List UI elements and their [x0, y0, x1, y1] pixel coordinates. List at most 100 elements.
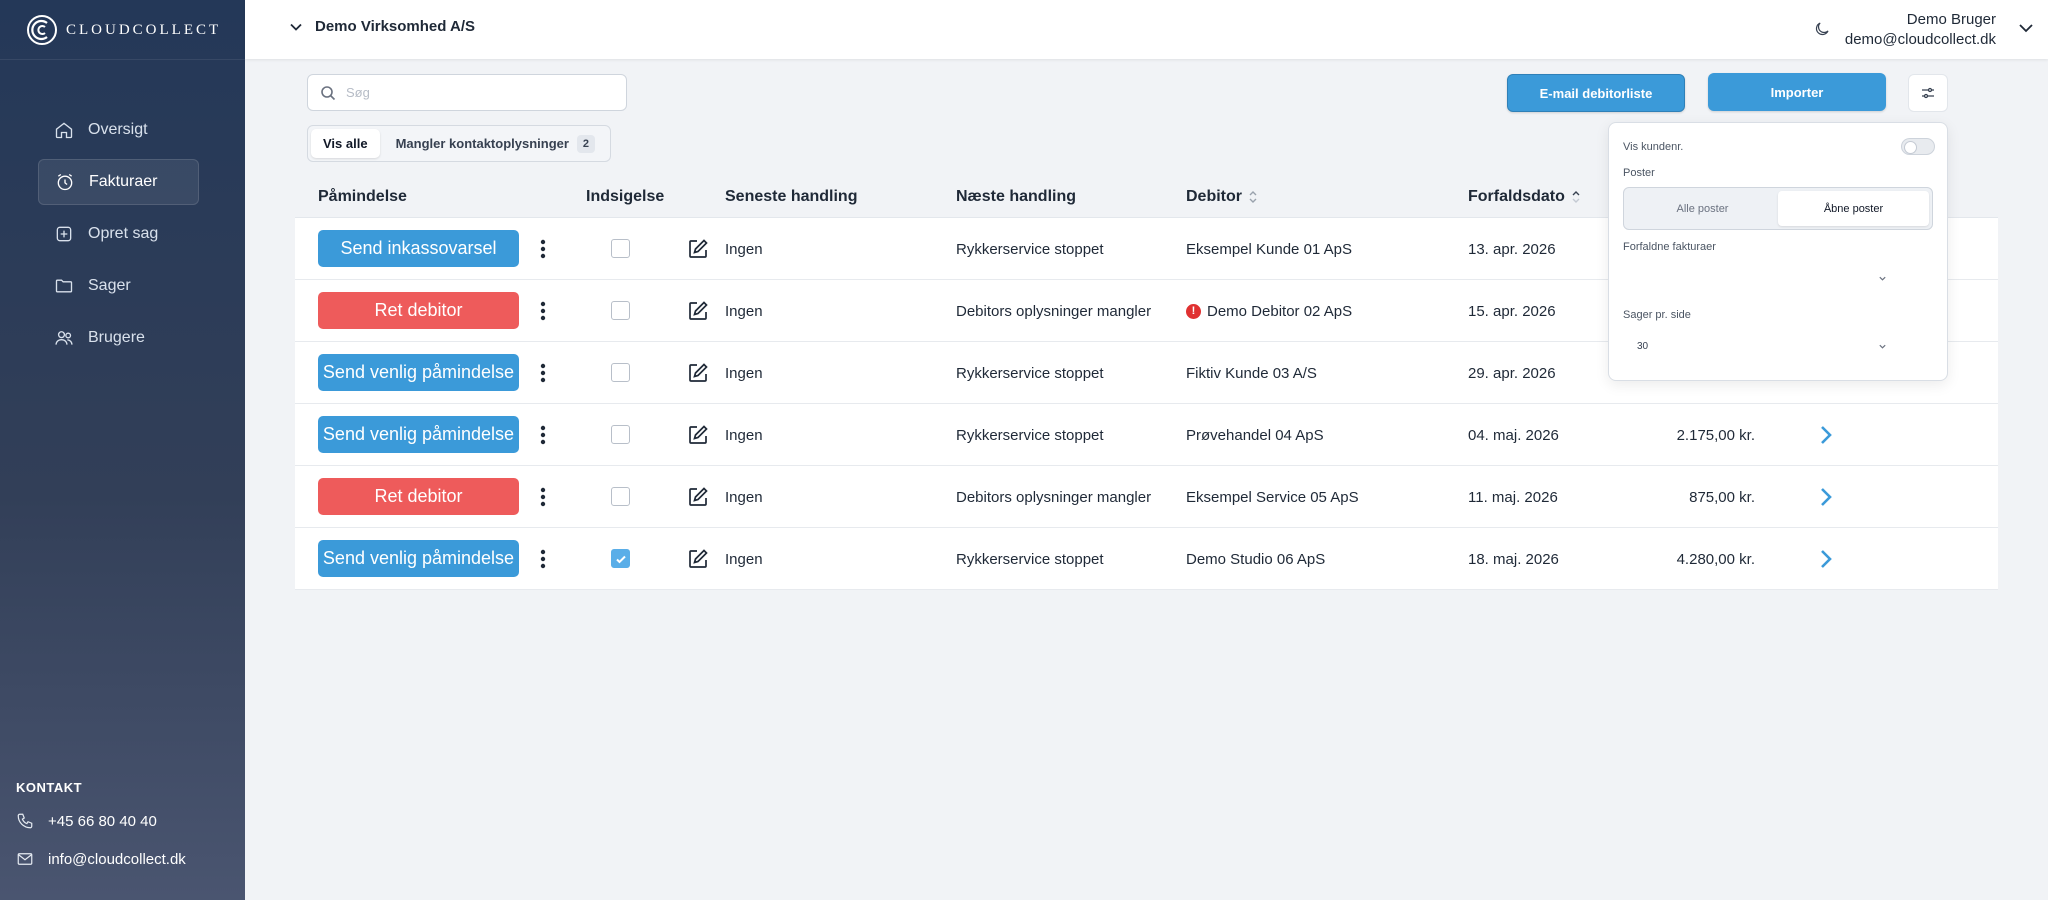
- debtor-cell[interactable]: Demo Studio 06 ApS: [1186, 528, 1325, 590]
- contact-email[interactable]: info@cloudcollect.dk: [16, 847, 236, 871]
- last-action-cell: Ingen: [725, 488, 763, 506]
- filter-settings-button[interactable]: [1908, 74, 1948, 112]
- entries-segment: Alle poster Åbne poster: [1623, 187, 1933, 230]
- users-icon: [55, 331, 73, 345]
- edit-icon[interactable]: [687, 300, 709, 322]
- next-action-cell: Rykkerservice stoppet: [956, 550, 1104, 568]
- debtor-cell[interactable]: Eksempel Service 05 ApS: [1186, 466, 1359, 528]
- notice-checkbox[interactable]: [611, 549, 630, 568]
- edit-icon[interactable]: [687, 362, 709, 384]
- sidebar-item-opret-sag[interactable]: Opret sag: [38, 211, 199, 257]
- debtor-cell[interactable]: ! Demo Debitor 02 ApS: [1186, 280, 1352, 342]
- notice-checkbox[interactable]: [611, 239, 630, 258]
- last-action-cell: Ingen: [725, 426, 763, 444]
- user-email: demo@cloudcollect.dk: [1844, 31, 1996, 48]
- chevron-down-icon: [1879, 276, 1886, 281]
- edit-icon[interactable]: [687, 548, 709, 570]
- due-date-cell: 18. maj. 2026: [1468, 550, 1559, 568]
- sidebar-item-label: Opret sag: [88, 225, 159, 242]
- notice-checkbox[interactable]: [611, 363, 630, 382]
- edit-icon[interactable]: [687, 424, 709, 446]
- chevron-down-icon[interactable]: [2018, 20, 2034, 36]
- sidebar-item-label: Sager: [88, 277, 131, 294]
- edit-icon[interactable]: [687, 238, 709, 260]
- moon-icon[interactable]: [1813, 20, 1831, 38]
- sidebar-item-sager[interactable]: Sager: [38, 263, 199, 309]
- row-action-button[interactable]: Send venlig påmindelse: [318, 354, 519, 391]
- user-menu[interactable]: Demo Bruger demo@cloudcollect.dk: [1845, 10, 1996, 50]
- warning-icon: !: [1186, 303, 1201, 319]
- overdue-label: Forfaldne fakturaer: [1623, 241, 1716, 253]
- contact-title: KONTAKT: [16, 780, 83, 795]
- more-options-icon[interactable]: [535, 547, 551, 571]
- debtor-name: Eksempel Kunde 01 ApS: [1186, 240, 1352, 258]
- table-row: Ret debitor Ingen Debitors oplysninger man…: [295, 466, 1998, 528]
- row-action-button[interactable]: Ret debitor: [318, 478, 519, 515]
- chevron-right-icon[interactable]: [1817, 486, 1835, 508]
- user-name: Demo Bruger: [1906, 11, 1996, 28]
- notice-checkbox[interactable]: [611, 425, 630, 444]
- search-input[interactable]: [346, 85, 606, 100]
- logo[interactable]: CLOUDCOLLECT: [26, 13, 221, 47]
- sidebar-item-label: Brugere: [88, 329, 145, 346]
- chevron-right-icon[interactable]: [1817, 424, 1835, 446]
- debtor-name: Prøvehandel 04 ApS: [1186, 426, 1324, 444]
- next-action-cell: Debitors oplysninger mangler: [956, 488, 1152, 506]
- due-date-cell: 11. maj. 2026: [1468, 488, 1558, 506]
- more-options-icon[interactable]: [535, 299, 551, 323]
- email-debtor-list-button[interactable]: E-mail debitorliste: [1507, 74, 1685, 112]
- count-badge: 2: [576, 134, 595, 153]
- col-label: Seneste handling: [725, 188, 858, 205]
- search-box: [307, 74, 627, 111]
- chevron-down-icon: [290, 23, 302, 31]
- debtor-cell[interactable]: Fiktiv Kunde 03 A/S: [1186, 342, 1317, 404]
- import-button[interactable]: Importer: [1708, 73, 1886, 111]
- col-debtor[interactable]: Debitor: [1186, 188, 1258, 206]
- notice-checkbox[interactable]: [611, 301, 630, 320]
- last-action-cell: Ingen: [725, 364, 763, 382]
- more-options-icon[interactable]: [535, 423, 551, 447]
- more-options-icon[interactable]: [535, 361, 551, 385]
- option-open-entries[interactable]: Åbne poster: [1778, 191, 1929, 226]
- more-options-icon[interactable]: [535, 485, 551, 509]
- settings-popover: Vis kundenr. Poster Alle poster Åbne pos…: [1608, 122, 1948, 381]
- show-customer-no-label: Vis kundenr.: [1623, 141, 1684, 153]
- tab-show-all[interactable]: Vis alle: [311, 129, 380, 158]
- next-action-cell: Debitors oplysninger mangler: [956, 302, 1152, 320]
- contact-phone-text: +45 66 80 40 40: [48, 812, 157, 830]
- company-selector[interactable]: Demo Virksomhed A/S: [289, 18, 475, 35]
- last-action-cell: Ingen: [725, 550, 763, 568]
- amount-cell: 875,00 kr.: [1689, 488, 1755, 506]
- debtor-cell[interactable]: Prøvehandel 04 ApS: [1186, 404, 1324, 466]
- notice-checkbox[interactable]: [611, 487, 630, 506]
- contact-phone[interactable]: +45 66 80 40 40: [16, 809, 236, 833]
- row-action-button[interactable]: Send venlig påmindelse: [318, 540, 519, 577]
- sidebar-item-oversigt[interactable]: Oversigt: [38, 107, 199, 153]
- contact-email-text: info@cloudcollect.dk: [48, 850, 186, 868]
- edit-icon[interactable]: [687, 486, 709, 508]
- col-reminder: Påmindelse: [318, 188, 407, 206]
- col-label: Indsigelse: [586, 188, 665, 205]
- sidebar-item-fakturaer[interactable]: Fakturaer: [38, 159, 199, 205]
- divider: [0, 59, 245, 60]
- col-due-date[interactable]: Forfaldsdato: [1468, 188, 1581, 206]
- per-page-select[interactable]: 30: [1623, 332, 1901, 360]
- option-all-entries[interactable]: Alle poster: [1627, 191, 1778, 226]
- row-action-button[interactable]: Send venlig påmindelse: [318, 416, 519, 453]
- sidebar-item-brugere[interactable]: Brugere: [38, 315, 199, 361]
- show-customer-no-toggle[interactable]: [1901, 138, 1935, 155]
- entries-label: Poster: [1623, 167, 1655, 179]
- row-action-button[interactable]: Ret debitor: [318, 292, 519, 329]
- row-action-button[interactable]: Send inkassovarsel: [318, 230, 519, 267]
- sidebar-item-label: Fakturaer: [89, 173, 158, 190]
- col-label: Debitor: [1186, 188, 1242, 205]
- chevron-right-icon[interactable]: [1817, 548, 1835, 570]
- tab-missing-contact[interactable]: Mangler kontaktoplysninger 2: [384, 129, 607, 158]
- due-date-cell: 13. apr. 2026: [1468, 240, 1556, 258]
- sliders-icon: [1922, 87, 1934, 99]
- home-icon: [55, 122, 73, 139]
- debtor-cell[interactable]: Eksempel Kunde 01 ApS: [1186, 218, 1352, 280]
- sort-icon: [1249, 191, 1257, 203]
- more-options-icon[interactable]: [535, 237, 551, 261]
- overdue-select[interactable]: [1623, 264, 1901, 292]
